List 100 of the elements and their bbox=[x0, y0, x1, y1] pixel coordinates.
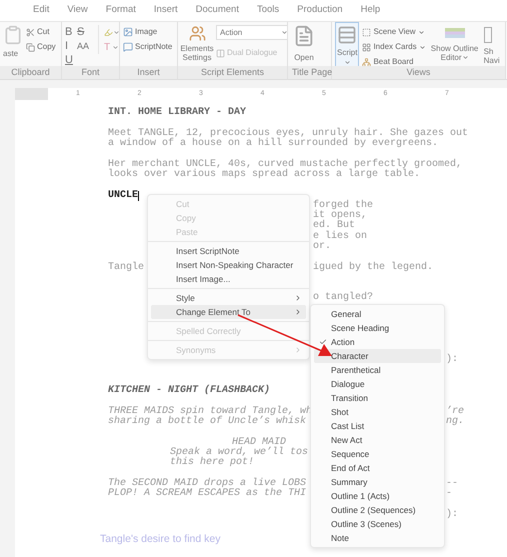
group-label: Clipboard bbox=[0, 66, 61, 79]
group-label: Views bbox=[332, 66, 505, 79]
ruler-margin bbox=[15, 88, 48, 100]
summary-note: Tangle's desire to find key bbox=[100, 534, 220, 544]
script-line: ): bbox=[446, 355, 458, 366]
script-line: -- bbox=[446, 478, 458, 489]
navigator-icon bbox=[484, 27, 492, 43]
script-line: a window of a house on a hill surrounded by evergreens. bbox=[108, 139, 438, 150]
script-line: Meet TANGLE, 12, precocious eyes, unruly hair. She gazes out bbox=[108, 128, 468, 139]
image-icon bbox=[123, 27, 133, 37]
script-line: sharing a bottle of Uncle’s whisk bbox=[108, 417, 306, 428]
menu-item[interactable]: Outline 3 (Scenes) bbox=[314, 517, 441, 531]
caret-icon bbox=[281, 29, 287, 36]
underline-button[interactable]: U bbox=[65, 53, 77, 66]
script-line: ): bbox=[446, 510, 458, 520]
script-line: this here pot! bbox=[169, 458, 254, 468]
caret-icon bbox=[112, 44, 119, 50]
menu-item[interactable]: Note bbox=[314, 531, 441, 545]
menu-item[interactable]: Outline 1 (Acts) bbox=[314, 489, 441, 503]
caret-icon bbox=[113, 28, 119, 36]
script-line: it opens, bbox=[313, 211, 368, 222]
character-name: HEAD MAID bbox=[232, 438, 286, 448]
menu-item[interactable]: Shot bbox=[314, 405, 441, 419]
columns-icon bbox=[216, 48, 225, 58]
people-icon bbox=[188, 25, 206, 42]
menu-tab[interactable]: Insert bbox=[144, 3, 187, 18]
script-line: e lies on bbox=[313, 232, 368, 242]
menu-item[interactable]: Outline 2 (Sequences) bbox=[314, 503, 441, 517]
scissors-icon bbox=[26, 28, 35, 36]
caret-icon bbox=[344, 59, 351, 66]
script-line: forged the bbox=[313, 200, 374, 211]
elements-settings-button[interactable]: Elements Settings bbox=[181, 25, 213, 62]
script-line: UNCLE bbox=[108, 190, 138, 201]
menu-tab[interactable]: Tools bbox=[248, 3, 288, 18]
group-label: Title Page bbox=[288, 66, 331, 79]
element-dropdown[interactable]: Action bbox=[216, 25, 287, 40]
menu-item[interactable]: Action bbox=[314, 335, 441, 349]
image-button[interactable]: Image bbox=[123, 25, 172, 39]
group-label: Script Elements bbox=[178, 66, 287, 79]
clipboard-icon bbox=[3, 25, 23, 45]
scene-icon bbox=[362, 28, 372, 36]
font-size-button[interactable]: AA bbox=[77, 39, 95, 53]
script-line: Her merchant UNCLE, 40s, curved mustache perfectly groomed, bbox=[108, 160, 462, 170]
menu-item[interactable]: Insert Non-Speaking Character bbox=[151, 258, 306, 272]
menu-item[interactable]: Parenthetical bbox=[314, 363, 441, 377]
copy-icon bbox=[26, 42, 35, 52]
script-line: PLOP! A SCREAM ESCAPES as the THI bbox=[108, 489, 306, 500]
scene-heading: KITCHEN - NIGHT (FLASHBACK) bbox=[108, 386, 270, 396]
page-icon bbox=[293, 25, 315, 47]
menu-item[interactable]: Summary bbox=[314, 475, 441, 489]
index-cards-button[interactable]: Index Cards bbox=[362, 40, 426, 54]
outline-editor-button[interactable]: Show Outline Editor bbox=[428, 25, 481, 62]
script-line: Tangle bbox=[108, 262, 144, 273]
caret-icon bbox=[462, 54, 469, 62]
text-cursor bbox=[138, 190, 140, 201]
copy-button[interactable]: Copy bbox=[26, 40, 56, 54]
menu-item[interactable]: Character bbox=[314, 349, 441, 363]
italic-button[interactable]: I bbox=[65, 39, 77, 53]
menu-tab[interactable]: Help bbox=[352, 3, 390, 18]
bold-button[interactable]: B bbox=[65, 25, 77, 39]
script-icon bbox=[337, 25, 358, 45]
menu-item[interactable]: Change Element To bbox=[151, 305, 306, 319]
menu-item[interactable]: Style bbox=[151, 291, 306, 305]
menu-item[interactable]: General bbox=[314, 307, 441, 321]
script-line: igued by the legend. bbox=[313, 262, 434, 273]
menu-item[interactable]: Cast List bbox=[314, 419, 441, 433]
cut-button[interactable]: Cut bbox=[26, 25, 56, 39]
menu-tab[interactable]: View bbox=[58, 3, 97, 18]
scene-heading: INT. HOME LIBRARY - DAY bbox=[108, 108, 246, 118]
menu-tab[interactable]: Format bbox=[96, 3, 145, 18]
script-line: Speak a word, we’ll tos bbox=[169, 448, 308, 458]
script-line: o tangled? bbox=[313, 293, 374, 304]
menu-tab[interactable]: Production bbox=[288, 3, 352, 18]
menu-item[interactable]: Insert ScriptNote bbox=[151, 244, 306, 258]
strikethrough-button[interactable]: S bbox=[77, 25, 95, 39]
group-label: Font bbox=[62, 66, 119, 79]
navigator-button[interactable]: Sh Navi bbox=[484, 25, 500, 65]
menu-item[interactable]: Scene Heading bbox=[314, 321, 441, 335]
menu-item[interactable]: Sequence bbox=[314, 447, 441, 461]
scriptnote-button[interactable]: ScriptNote bbox=[123, 40, 172, 54]
note-icon bbox=[123, 42, 133, 52]
menu-item[interactable]: Dialogue bbox=[314, 377, 441, 391]
outline-icon bbox=[444, 28, 465, 38]
menu-item[interactable]: Transition bbox=[314, 391, 441, 405]
paste-button[interactable]: aste bbox=[3, 25, 23, 60]
script-view-button[interactable]: Script bbox=[335, 22, 360, 66]
script-line: ed. But bbox=[313, 221, 356, 232]
menu-item[interactable]: New Act bbox=[314, 433, 441, 447]
menu-item[interactable]: End of Act bbox=[314, 461, 441, 475]
group-label: Insert bbox=[120, 66, 177, 79]
menu-item[interactable]: Insert Image... bbox=[151, 272, 306, 286]
scene-view-button[interactable]: Scene View bbox=[362, 25, 426, 39]
open-title-page-button[interactable]: Open bbox=[291, 25, 317, 64]
cards-icon bbox=[362, 42, 372, 52]
caret-icon bbox=[418, 44, 426, 50]
caret-icon bbox=[418, 28, 425, 36]
script-line: looks over various maps spread across a large table. bbox=[108, 170, 420, 180]
script-line: or. bbox=[313, 242, 332, 252]
menu-tab[interactable]: Edit bbox=[24, 3, 58, 18]
menu-tab[interactable]: Document bbox=[186, 3, 248, 18]
